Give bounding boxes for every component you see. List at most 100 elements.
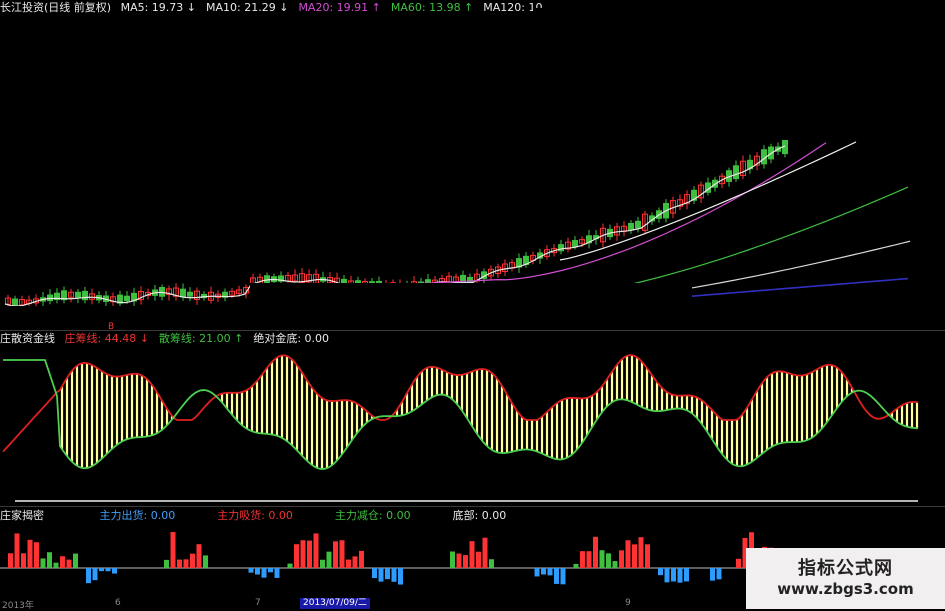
cursor-date-badge: 2013/07/09/二 <box>300 598 370 609</box>
volume-bar <box>261 568 267 578</box>
volume-bar <box>73 553 78 568</box>
volume-bar <box>612 561 618 568</box>
volume-bar <box>47 552 52 568</box>
volume-bar <box>664 568 670 583</box>
volume-bar <box>183 559 189 568</box>
volume-bar <box>274 568 280 578</box>
volume-bar <box>391 568 397 582</box>
volume-bar <box>677 568 683 583</box>
volume-bar <box>66 559 72 568</box>
volume-bar <box>53 562 59 568</box>
volume-bar <box>534 568 540 577</box>
candle-body <box>467 276 473 284</box>
candle-body <box>733 165 739 180</box>
volume-bar <box>333 541 338 568</box>
volume-bar <box>684 568 689 582</box>
volume-bar <box>196 544 202 568</box>
chart-canvas[interactable]: B <box>0 0 945 609</box>
signal-marker: B <box>108 322 114 332</box>
volume-bar <box>8 553 13 568</box>
candle-body <box>124 295 130 302</box>
volume-bar <box>372 568 377 579</box>
volume-bar <box>300 540 306 568</box>
volume-bar <box>671 568 676 582</box>
ma20-line <box>249 142 827 293</box>
volume-bar <box>632 544 637 568</box>
volume-bar <box>710 568 715 581</box>
axis-label-year: 2013年 <box>2 601 34 611</box>
volume-bar <box>27 539 33 568</box>
axis-label-9: 9 <box>625 598 631 608</box>
watermark-url: www.zbgs3.com <box>777 580 914 598</box>
volume-bar <box>86 568 91 584</box>
volume-bar <box>541 568 546 575</box>
watermark-title: 指标公式网 <box>798 558 893 579</box>
volume-bar <box>177 559 182 568</box>
volume-bar <box>456 553 462 568</box>
candle-body <box>12 298 18 306</box>
volume-bar <box>736 558 741 568</box>
volume-bar <box>619 550 624 568</box>
volume-bar <box>170 532 176 568</box>
volume-bar <box>482 537 488 568</box>
ma5-line <box>4 145 786 307</box>
retail-line <box>3 359 919 470</box>
candle-body <box>75 291 81 298</box>
volume-bar <box>560 568 566 585</box>
volume-bar <box>320 559 325 568</box>
volume-bar <box>352 556 358 568</box>
redacted-area-mid <box>250 283 692 323</box>
volume-bar <box>105 568 111 572</box>
volume-bar <box>294 544 299 568</box>
volume-bar <box>385 568 390 580</box>
volume-bar <box>398 568 403 585</box>
volume-bar <box>60 556 65 568</box>
volume-bar <box>268 568 273 573</box>
volume-bar <box>599 550 605 568</box>
volume-bar <box>14 533 20 568</box>
volume-bar <box>625 540 631 568</box>
volume-bar <box>40 558 46 568</box>
redacted-area-left <box>0 306 250 324</box>
volume-bar <box>164 559 169 568</box>
volume-bar <box>378 568 384 582</box>
volume-bar <box>593 536 598 568</box>
volume-bar <box>203 555 208 568</box>
volume-bar <box>326 551 332 568</box>
volume-bar <box>716 568 722 580</box>
volume-bar <box>190 553 195 568</box>
redacted-area-top <box>533 8 945 140</box>
volume-bar <box>307 540 312 568</box>
volume-bar <box>450 551 455 568</box>
candle-body <box>82 290 88 301</box>
candle-body <box>180 288 186 298</box>
volume-bar <box>638 537 644 568</box>
axis-label-6: 6 <box>115 598 121 608</box>
candle-body <box>187 291 193 297</box>
candle-body <box>47 294 53 302</box>
volume-bar <box>580 551 585 568</box>
volume-bar <box>573 563 579 568</box>
volume-bar <box>99 568 104 572</box>
volume-bar <box>112 568 117 574</box>
volume-bar <box>339 540 345 568</box>
volume-bar <box>92 568 98 581</box>
volume-bar <box>489 559 494 568</box>
candle-body <box>628 222 634 231</box>
volume-bar <box>645 544 650 568</box>
volume-bar <box>658 568 663 576</box>
volume-bar <box>586 551 592 568</box>
volume-bar <box>554 568 559 584</box>
candle-body <box>635 220 641 229</box>
stock-chart-window: 长江投资(日线 前复权) MA5: 19.73 ↓ MA10: 21.29 ↓ MA… <box>0 0 945 611</box>
volume-bar <box>287 563 293 568</box>
volume-bar <box>255 568 260 575</box>
volume-bar <box>346 559 351 568</box>
volume-bar <box>463 555 468 568</box>
volume-bar <box>34 542 39 568</box>
volume-bar <box>476 551 481 568</box>
volume-bar <box>313 533 319 568</box>
volume-bar <box>248 568 254 573</box>
watermark: 指标公式网 www.zbgs3.com <box>746 548 945 609</box>
volume-bar <box>21 553 26 568</box>
